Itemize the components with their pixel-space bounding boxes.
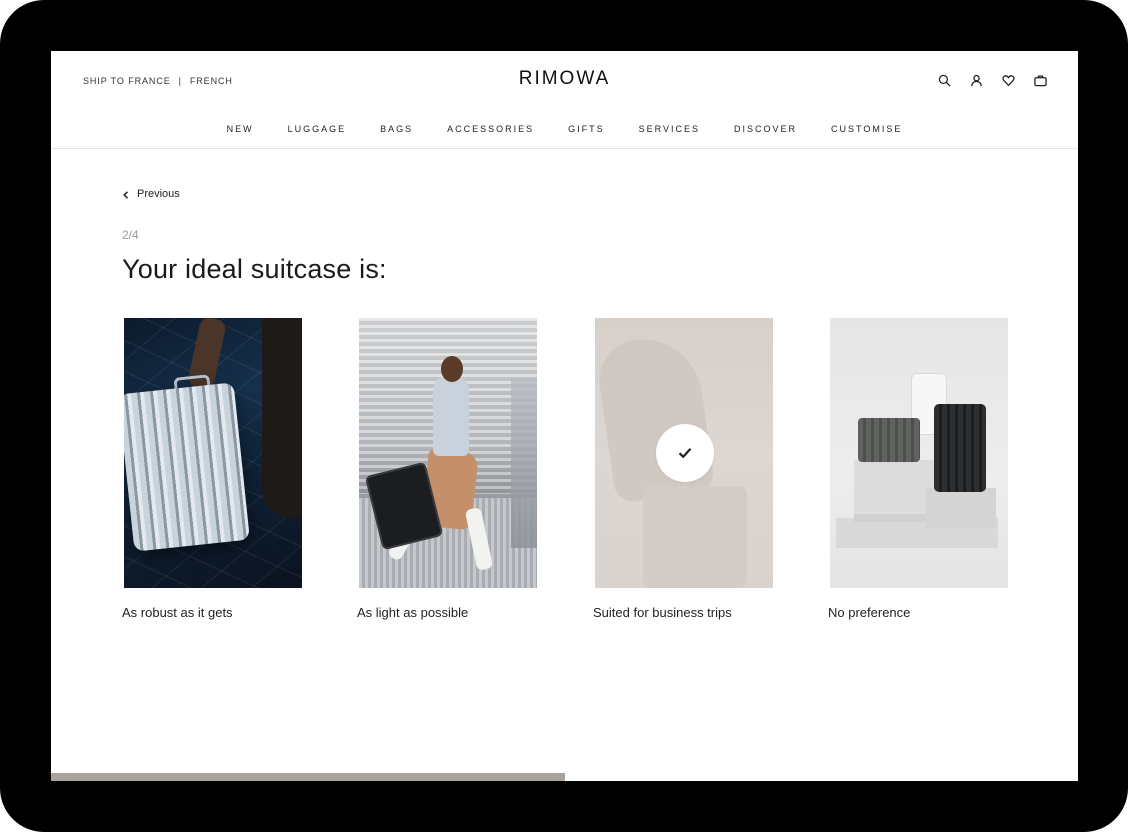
chevron-left-icon [122, 190, 130, 199]
option-image-business [595, 318, 773, 588]
selected-check-icon [656, 424, 714, 482]
option-label: As light as possible [357, 605, 469, 620]
nav-item-gifts[interactable]: GIFTS [551, 124, 622, 134]
option-label: No preference [828, 605, 911, 620]
previous-label: Previous [137, 188, 180, 200]
main-nav: NEW LUGGAGE BAGS ACCESSORIES GIFTS SERVI… [51, 124, 1078, 134]
nav-item-accessories[interactable]: ACCESSORIES [430, 124, 551, 134]
nav-item-luggage[interactable]: LUGGAGE [271, 124, 364, 134]
option-label: As robust as it gets [122, 605, 233, 620]
nav-item-customise[interactable]: CUSTOMISE [814, 124, 919, 134]
previous-button[interactable]: Previous [122, 188, 180, 200]
option-image-robust [124, 318, 302, 588]
site-header: SHIP TO FRANCE | FRENCH RIMOWA NEW LUGGA… [51, 51, 1078, 149]
wishlist-icon[interactable] [1000, 72, 1016, 88]
quiz-progress-bar [51, 773, 1078, 781]
browser-viewport: SHIP TO FRANCE | FRENCH RIMOWA NEW LUGGA… [51, 51, 1078, 781]
option-image-light [359, 318, 537, 588]
cart-icon[interactable] [1032, 72, 1048, 88]
question-title: Your ideal suitcase is: [122, 254, 387, 284]
step-counter: 2/4 [122, 228, 139, 242]
nav-item-bags[interactable]: BAGS [363, 124, 430, 134]
brand-logo[interactable]: RIMOWA [51, 68, 1078, 90]
device-frame: SHIP TO FRANCE | FRENCH RIMOWA NEW LUGGA… [0, 0, 1128, 832]
option-label: Suited for business trips [593, 605, 732, 620]
nav-item-new[interactable]: NEW [210, 124, 271, 134]
account-icon[interactable] [968, 72, 984, 88]
answer-options: As robust as it gets As light as possibl… [122, 318, 1022, 638]
search-icon[interactable] [936, 72, 952, 88]
option-image-no-preference [830, 318, 1008, 588]
nav-item-services[interactable]: SERVICES [622, 124, 717, 134]
header-icons [936, 72, 1048, 88]
nav-item-discover[interactable]: DISCOVER [717, 124, 814, 134]
quiz-progress-fill [51, 773, 565, 781]
